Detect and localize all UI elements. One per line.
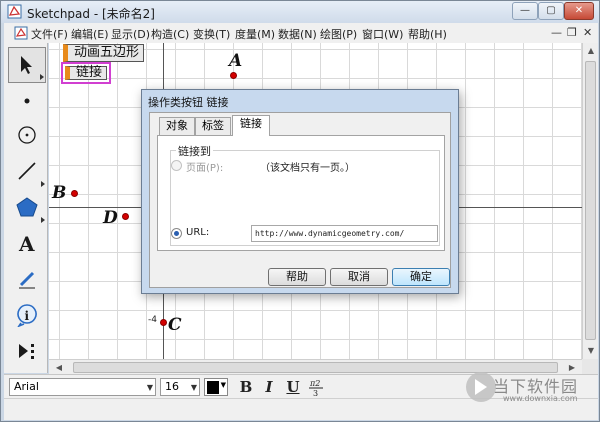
tool-information[interactable]: i [8,297,46,333]
text-color-picker[interactable]: ▼ [204,378,228,396]
scroll-left-icon[interactable]: ◀ [51,360,67,375]
link-button[interactable]: 链接 [65,66,108,80]
arrow-select-icon [21,56,32,74]
dialog-body: 对象 标签 链接 链接到 页面(P): （该文档只有一页。） URL: http… [149,112,451,288]
font-size-value: 16 [165,380,179,393]
tool-polygon[interactable] [8,189,46,225]
menu-graph[interactable]: 绘图(P) [320,26,357,42]
url-radio[interactable] [171,228,182,239]
font-family-select[interactable]: Arial ▼ [9,378,156,396]
point-a-label[interactable]: A [229,51,242,71]
svg-text:π2: π2 [309,379,320,388]
marker-icon [19,271,35,289]
doc-restore-button[interactable]: ❐ [567,26,577,39]
app-window: Sketchpad - [未命名2] — ▢ ✕ 文件(F) 编辑(E) 显示(… [0,0,600,422]
tab-link[interactable]: 链接 [232,115,270,136]
menu-bar: 文件(F) 编辑(E) 显示(D) 构造(C) 变换(T) 度量(M) 数据(N… [4,23,598,43]
title-bar: Sketchpad - [未命名2] — ▢ ✕ [1,1,599,23]
point-b-label[interactable]: B [52,183,66,203]
text-icon: A [18,232,35,254]
menu-measure[interactable]: 度量(M) [235,26,275,42]
window-title: Sketchpad - [未命名2] [27,7,155,21]
vertical-scrollbar[interactable]: ▲ ▼ [582,43,598,359]
tool-compass[interactable] [8,117,46,153]
tool-marker[interactable] [8,261,46,297]
tool-polygon-menu-icon[interactable] [41,217,45,223]
point-c-label[interactable]: C [168,315,182,335]
doc-minimize-button[interactable]: — [551,26,562,39]
chevron-down-icon: ▼ [146,383,153,392]
ok-button[interactable]: 确定 [392,268,450,286]
menu-window[interactable]: 窗口(W) [362,26,403,42]
point-c[interactable] [160,319,167,326]
point-a[interactable] [230,72,237,79]
underline-button[interactable]: U [283,378,303,396]
menu-file[interactable]: 文件(F) [31,26,68,42]
tool-point[interactable] [8,83,46,119]
color-swatch [207,381,219,394]
compass-icon [18,126,36,144]
menu-transform[interactable]: 变换(T) [193,26,230,42]
point-icon [24,98,30,104]
document-icon[interactable] [14,26,28,40]
tool-custom[interactable] [8,333,46,369]
information-icon: i [17,304,37,327]
dialog-title: 操作类按钮 链接 [148,96,229,109]
chevron-down-icon: ▼ [220,381,226,389]
animate-pentagon-button[interactable]: 动画五边形 [63,44,145,62]
doc-close-button[interactable]: ✕ [583,26,592,39]
polygon-icon [16,197,38,217]
url-option-label: URL: [186,227,210,238]
chevron-down-icon: ▼ [190,383,197,392]
minimize-button[interactable]: — [512,2,538,20]
math-format-icon[interactable]: π2 3 [306,378,326,397]
straightedge-icon [18,162,36,180]
tool-arrow-menu-icon[interactable] [40,74,44,80]
svg-text:3: 3 [313,389,318,397]
sketchpad-app-icon [7,4,22,19]
link-to-group-title: 链接到 [176,143,213,159]
scroll-up-icon[interactable]: ▲ [583,43,599,58]
page-option-label: 页面(P): [186,163,224,174]
help-button[interactable]: 帮助 [268,268,326,286]
tool-straightedge-menu-icon[interactable] [41,181,45,187]
tool-straightedge[interactable] [8,153,46,189]
y-tick-label: -4 [148,315,157,325]
scroll-down-icon[interactable]: ▼ [583,343,599,358]
tab-object[interactable]: 对象 [159,117,195,135]
maximize-button[interactable]: ▢ [538,2,564,20]
custom-tool-icon [19,344,34,359]
link-button-dialog: 操作类按钮 链接 对象 标签 链接 链接到 页面(P): （该文档只有一页。） … [141,89,459,294]
page-option-note: （该文档只有一页。） [260,163,355,174]
font-family-value: Arial [14,380,39,393]
point-d-label[interactable]: D [103,208,118,228]
svg-text:i: i [25,309,30,323]
svg-text:A: A [18,232,35,254]
link-button-selected[interactable]: 链接 [61,62,112,84]
italic-button[interactable]: I [259,378,279,396]
bold-button[interactable]: B [236,378,256,396]
menu-number[interactable]: 数据(N) [278,26,317,42]
tool-text[interactable]: A [8,225,46,261]
tab-label[interactable]: 标签 [195,117,231,135]
vertical-scroll-thumb[interactable] [585,61,596,340]
menu-display[interactable]: 显示(D) [111,26,150,42]
point-d[interactable] [122,213,129,220]
point-b[interactable] [71,190,78,197]
page-radio[interactable] [171,160,182,171]
close-button[interactable]: ✕ [564,2,594,20]
menu-edit[interactable]: 编辑(E) [71,26,109,42]
toolbox: A i [4,43,48,373]
menu-help[interactable]: 帮助(H) [408,26,447,42]
menu-construct[interactable]: 构造(C) [151,26,189,42]
url-input[interactable]: http://www.dynamicgeometry.com/ [251,225,438,242]
cancel-button[interactable]: 取消 [330,268,388,286]
tool-arrow[interactable] [8,47,46,83]
font-size-select[interactable]: 16 ▼ [160,378,200,396]
watermark-url: www.downxia.com [503,394,578,403]
